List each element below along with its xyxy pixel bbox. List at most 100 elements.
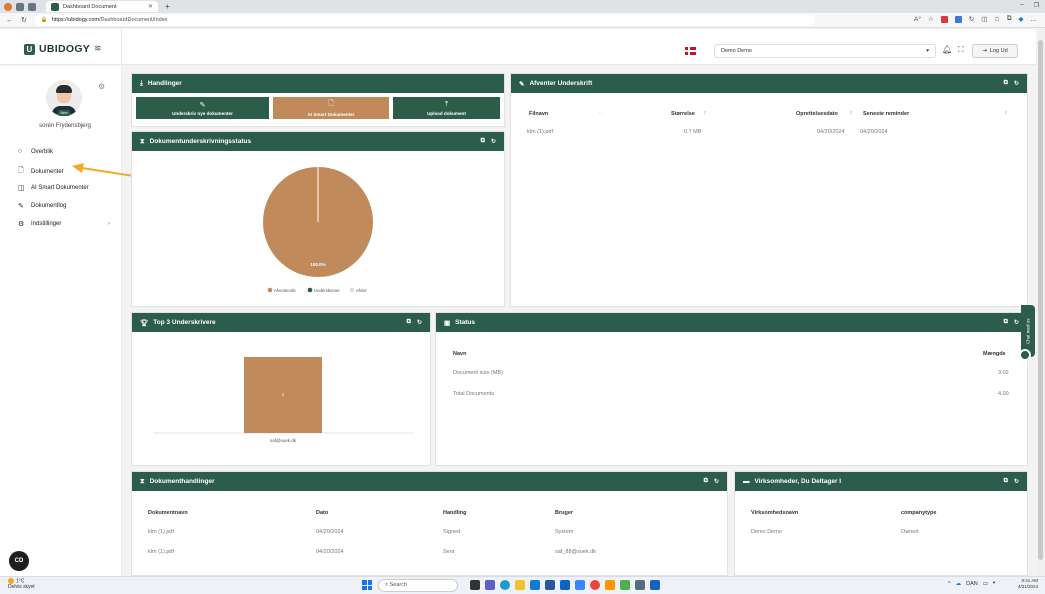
- more-icon[interactable]: …: [1031, 16, 1038, 23]
- table-cell[interactable]: klm (1).pdf: [527, 129, 553, 135]
- clock[interactable]: 8:41 AM 4/21/2024: [1018, 578, 1038, 590]
- card-header: ⧗ Dokumenthandlinger ⧉ ↻: [132, 472, 727, 491]
- favorite-star-icon[interactable]: ☆: [928, 15, 934, 23]
- fullscreen-icon[interactable]: ⛶: [958, 45, 964, 55]
- file-explorer-icon[interactable]: [515, 580, 525, 590]
- sidebar-item-dokumentlog[interactable]: ✎ Dokumentlog: [18, 202, 66, 210]
- expand-icon[interactable]: ⧉: [704, 478, 708, 485]
- column-header-filnavn[interactable]: Filnavn: [529, 111, 548, 117]
- onedrive-icon[interactable]: ☁: [956, 581, 962, 587]
- bell-icon[interactable]: 🔔︎: [942, 45, 952, 54]
- windows-start-icon[interactable]: [362, 580, 372, 590]
- workspaces-icon[interactable]: [16, 2, 24, 11]
- sign-new-documents-button[interactable]: ✎ Underskriv nye dokumenter: [136, 97, 269, 119]
- button-label: Upload dokument: [427, 110, 466, 116]
- legend-label: Underskrevet: [314, 288, 340, 293]
- app-icon[interactable]: [545, 580, 555, 590]
- chat-bubble-icon[interactable]: [1019, 349, 1031, 361]
- reload-icon[interactable]: ↻: [1014, 80, 1019, 87]
- expand-icon[interactable]: ⧉: [1004, 80, 1008, 87]
- table-cell: 04/20/2024: [860, 129, 888, 135]
- reload-icon[interactable]: ↻: [1014, 319, 1019, 326]
- status-card: ▣ Status ⧉ ↻: [435, 312, 1028, 466]
- extension-blue-icon[interactable]: [954, 15, 962, 23]
- volume-icon[interactable]: 🔈︎: [993, 580, 996, 587]
- restore-icon[interactable]: ❐: [1034, 2, 1039, 9]
- button-label: Underskriv nye dokumenter: [172, 110, 233, 116]
- refresh-icon[interactable]: ↻: [21, 16, 27, 24]
- card-header: ▬ Virksomheder, Du Deltager I ⧉ ↻: [735, 472, 1027, 491]
- sidebar-item-ai-smart-dokumenter[interactable]: ◫ AI Smart Dokumenter: [18, 184, 89, 192]
- outlook-icon[interactable]: [560, 580, 570, 590]
- profile-icon[interactable]: [4, 2, 12, 11]
- tab-actions-icon[interactable]: [28, 2, 36, 11]
- read-aloud-icon[interactable]: A°: [914, 16, 921, 23]
- document-icon: 🗋: [18, 167, 24, 174]
- calculator-icon[interactable]: [635, 580, 645, 590]
- expand-icon[interactable]: ⧉: [1004, 478, 1008, 485]
- ai-document-icon: ◫: [18, 185, 25, 192]
- upload-document-button[interactable]: ⤒ Upload dokument: [393, 97, 500, 119]
- browser-tab[interactable]: Dashboard Document ✕: [46, 1, 158, 12]
- todo-icon[interactable]: [575, 580, 585, 590]
- taskbar-apps: [470, 580, 660, 590]
- app-icon[interactable]: [605, 580, 615, 590]
- menu-toggle-icon[interactable]: ≋: [94, 43, 102, 54]
- app-icon[interactable]: [620, 580, 630, 590]
- ai-smart-documents-button[interactable]: 🗋 AI Smart Dokumenter: [273, 97, 389, 119]
- reload-icon[interactable]: ↻: [714, 478, 719, 485]
- extension-red-icon[interactable]: [940, 15, 948, 23]
- expand-icon[interactable]: ⧉: [1004, 319, 1008, 326]
- expand-icon[interactable]: ⧉: [481, 138, 485, 145]
- chat-app-icon[interactable]: [485, 580, 495, 590]
- language-indicator[interactable]: DAN: [966, 581, 978, 587]
- sidebar-item-dokumenter[interactable]: 🗋 Dokumenter: [18, 166, 64, 177]
- minimize-icon[interactable]: –: [1020, 2, 1023, 9]
- logout-button[interactable]: ⇥ Log Ud: [972, 44, 1018, 58]
- reload-icon[interactable]: ↻: [417, 319, 422, 326]
- sort-icon[interactable]: ⇕: [849, 110, 853, 116]
- company-select[interactable]: Demo Demo ▾: [714, 44, 936, 58]
- sort-icon[interactable]: ↑↓: [598, 110, 603, 115]
- close-tab-icon[interactable]: ✕: [148, 3, 153, 10]
- column-header-seneste-reminder[interactable]: Seneste reminder: [863, 111, 909, 117]
- url-field[interactable]: 🔒 https://ubidogy.com/DashboardDocument/…: [34, 14, 815, 26]
- table-cell: Demo Demo: [751, 529, 782, 535]
- mail-icon[interactable]: [650, 580, 660, 590]
- sort-icon[interactable]: ⇕: [1004, 110, 1008, 116]
- sidebar-item-overblik[interactable]: ○ Overblik: [18, 148, 53, 155]
- taskbar-search[interactable]: ⌕ Search: [378, 579, 458, 592]
- reload-icon[interactable]: ↻: [1014, 478, 1019, 485]
- column-header-storrelse[interactable]: Størrelse: [671, 111, 695, 117]
- copilot-icon[interactable]: ◆: [1019, 15, 1024, 23]
- danish-flag-icon[interactable]: [685, 47, 696, 55]
- expand-icon[interactable]: ⧉: [407, 319, 411, 326]
- taskview-icon[interactable]: [470, 580, 480, 590]
- sort-icon[interactable]: ⇕: [703, 110, 707, 116]
- edge-icon[interactable]: [500, 580, 510, 590]
- profile-settings-icon[interactable]: ⚙: [98, 82, 105, 91]
- new-tab-icon[interactable]: +: [165, 2, 170, 11]
- legend-label: Afventende: [274, 288, 296, 293]
- reload-icon[interactable]: ↻: [491, 138, 496, 145]
- sidebar-item-indstillinger[interactable]: ⚙ Indstillinger: [18, 220, 61, 228]
- cd-floating-button[interactable]: CD: [9, 551, 29, 571]
- back-icon[interactable]: ←: [6, 17, 13, 24]
- lock-icon: 🔒: [40, 17, 48, 23]
- sidebar-item-label: Dokumenter: [31, 168, 64, 175]
- network-icon[interactable]: ▭: [983, 581, 988, 587]
- split-screen-icon[interactable]: ◫: [981, 15, 987, 23]
- brand-logo[interactable]: U UBIDOGY: [24, 43, 90, 55]
- chrome-icon[interactable]: [590, 580, 600, 590]
- table-cell: 04/20/2024: [817, 129, 845, 135]
- favorites-icon[interactable]: ✩: [994, 15, 999, 23]
- legend-dot-underskrevet: [307, 287, 313, 293]
- weather-widget[interactable]: 1°C Delvis skyet: [8, 578, 35, 590]
- store-icon[interactable]: [530, 580, 540, 590]
- refresh-ext-icon[interactable]: ↻: [969, 15, 974, 23]
- collections-icon[interactable]: ⧉: [1007, 15, 1012, 23]
- tray-chevron-icon[interactable]: ^: [948, 581, 951, 587]
- scrollbar-thumb[interactable]: [1038, 40, 1043, 560]
- url-path: /DashboardDocument/Index: [99, 17, 168, 23]
- column-header-oprettelsesdato[interactable]: Oprettelsesdato: [796, 111, 838, 117]
